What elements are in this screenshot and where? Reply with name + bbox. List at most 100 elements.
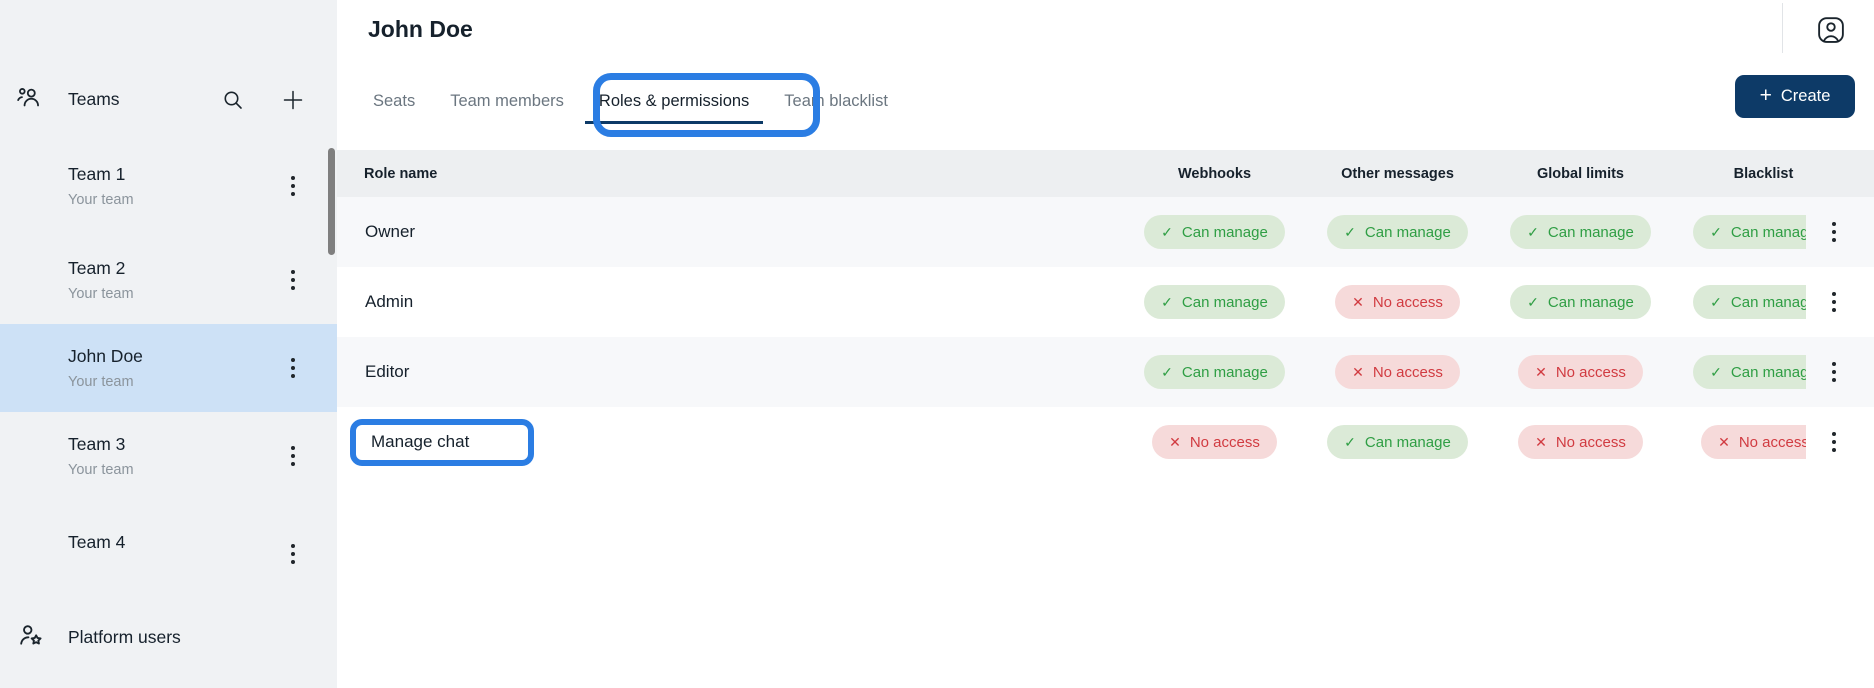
team-menu-icon[interactable]: [287, 172, 299, 200]
kebab-dot: [1832, 378, 1836, 382]
column-header-webhooks: Webhooks: [1123, 150, 1306, 197]
badge-label: Can manage: [1731, 224, 1817, 241]
team-subtitle: Your team: [68, 462, 134, 478]
no-access-badge: ✕No access: [1335, 355, 1460, 389]
table-row: Admin✓Can manage✕No access✓Can manage✓Ca…: [337, 267, 1874, 337]
team-name: Team 3: [68, 434, 125, 455]
badge-label: Can manage: [1731, 364, 1817, 381]
role-name: Manage chat: [371, 432, 469, 452]
kebab-dot: [291, 366, 295, 370]
kebab-dot: [291, 184, 295, 188]
badge-label: Can manage: [1365, 224, 1451, 241]
search-icon[interactable]: [221, 88, 245, 117]
check-icon: ✓: [1527, 294, 1539, 311]
kebab-dot: [291, 560, 295, 564]
check-icon: ✓: [1161, 364, 1173, 381]
can-manage-badge: ✓ Can manage: [1144, 355, 1285, 389]
kebab-dot: [1832, 222, 1836, 226]
can-manage-badge: ✓Can manage: [1510, 215, 1651, 249]
permission-cell: ✕No access: [1489, 407, 1672, 477]
team-name: Team 2: [68, 258, 125, 279]
badge-label: Can manage: [1365, 434, 1451, 451]
badge-label: Can manage: [1182, 364, 1268, 381]
kebab-dot: [1832, 300, 1836, 304]
permission-cell: ✕No access: [1306, 337, 1489, 407]
header-divider: [1782, 3, 1783, 53]
plus-icon: +: [1760, 85, 1772, 106]
add-team-icon[interactable]: [281, 88, 305, 117]
permission-cell: ✓Can manage: [1489, 267, 1672, 337]
tab-team-members[interactable]: Team members: [450, 92, 564, 124]
kebab-dot: [1832, 238, 1836, 242]
app-root: Teams Team 1Your teamTeam 2Your teamJohn…: [0, 0, 1874, 688]
badge-label: No access: [1190, 434, 1260, 451]
kebab-dot: [291, 552, 295, 556]
x-icon: ✕: [1718, 434, 1730, 451]
kebab-dot: [291, 270, 295, 274]
create-button[interactable]: + Create: [1735, 75, 1855, 118]
team-menu-icon[interactable]: [287, 266, 299, 294]
sidebar-item-team-4[interactable]: Team 4: [0, 516, 337, 592]
role-name-cell: Owner: [337, 197, 1123, 267]
tab-seats[interactable]: Seats: [373, 92, 415, 124]
tab-roles-permissions[interactable]: Roles & permissions: [585, 92, 763, 124]
check-icon: ✓: [1161, 224, 1173, 241]
no-access-badge: ✕No access: [1518, 425, 1643, 459]
sidebar-scrollbar[interactable]: [328, 148, 335, 255]
role-name-cell: Admin: [337, 267, 1123, 337]
table-row: Manage chat✕No access✓Can manage✕No acce…: [337, 407, 1874, 477]
table-row: Editor✓Can manage✕No access✕No access✓Ca…: [337, 337, 1874, 407]
roles-table: Role nameWebhooksOther messagesGlobal li…: [337, 150, 1874, 477]
permission-cell: ✓Can manage: [1489, 197, 1672, 267]
team-menu-icon[interactable]: [287, 354, 299, 382]
permission-cell: ✕No access: [1489, 337, 1672, 407]
kebab-dot: [291, 286, 295, 290]
x-icon: ✕: [1535, 434, 1547, 451]
kebab-dot: [291, 358, 295, 362]
row-menu-icon[interactable]: [1828, 428, 1840, 456]
table-header-row: Role nameWebhooksOther messagesGlobal li…: [337, 150, 1874, 197]
sidebar-item-platform-users[interactable]: Platform users: [0, 610, 337, 664]
sidebar: Teams Team 1Your teamTeam 2Your teamJohn…: [0, 0, 337, 688]
badge-label: No access: [1373, 294, 1443, 311]
kebab-dot: [291, 374, 295, 378]
check-icon: ✓: [1710, 364, 1722, 381]
tab-bar: Seats Team members Roles & permissions Team…: [373, 92, 888, 124]
row-menu-icon[interactable]: [1828, 218, 1840, 246]
row-menu-icon[interactable]: [1828, 358, 1840, 386]
kebab-dot: [1832, 448, 1836, 452]
sidebar-item-team-1[interactable]: Team 1Your team: [0, 148, 337, 224]
x-icon: ✕: [1535, 364, 1547, 381]
sidebar-item-team-3[interactable]: Team 3 Your team: [0, 418, 337, 494]
check-icon: ✓: [1161, 294, 1173, 311]
badge-label: No access: [1739, 434, 1809, 451]
can-manage-badge: ✓Can manage: [1144, 285, 1285, 319]
sidebar-item-team-2[interactable]: Team 2 Your team: [0, 242, 337, 318]
team-name: Team 4: [68, 532, 125, 553]
kebab-dot: [291, 446, 295, 450]
badge-label: Can manage: [1731, 294, 1817, 311]
row-menu-icon[interactable]: [1828, 288, 1840, 316]
tab-team-blacklist[interactable]: Team blacklist: [784, 92, 888, 124]
check-icon: ✓: [1527, 224, 1539, 241]
badge-label: No access: [1373, 364, 1443, 381]
account-icon[interactable]: [1816, 15, 1846, 50]
sidebar-item-john-doe[interactable]: John DoeYour team: [0, 324, 337, 412]
team-subtitle: Your team: [68, 286, 134, 302]
kebab-dot: [291, 192, 295, 196]
kebab-dot: [291, 176, 295, 180]
team-subtitle: Your team: [68, 374, 134, 390]
kebab-dot: [1832, 362, 1836, 366]
can-manage-badge: ✓Can manage: [1510, 285, 1651, 319]
table-row: Owner✓Can manage✓Can manage✓Can manage✓C…: [337, 197, 1874, 267]
check-icon: ✓: [1344, 434, 1356, 451]
row-actions: [1806, 407, 1874, 477]
team-menu-icon[interactable]: [287, 442, 299, 470]
table-body: Owner ✓ Can manage ✓ Can manage ✓ Can manage ✓ C…: [337, 197, 1874, 477]
team-menu-icon[interactable]: [287, 540, 299, 568]
role-annotation-box[interactable]: Manage chat: [350, 419, 534, 466]
kebab-dot: [291, 544, 295, 548]
can-manage-badge: ✓ Can manage: [1327, 425, 1468, 459]
x-icon: ✕: [1169, 434, 1181, 451]
permission-cell: ✓Can manage: [1306, 197, 1489, 267]
